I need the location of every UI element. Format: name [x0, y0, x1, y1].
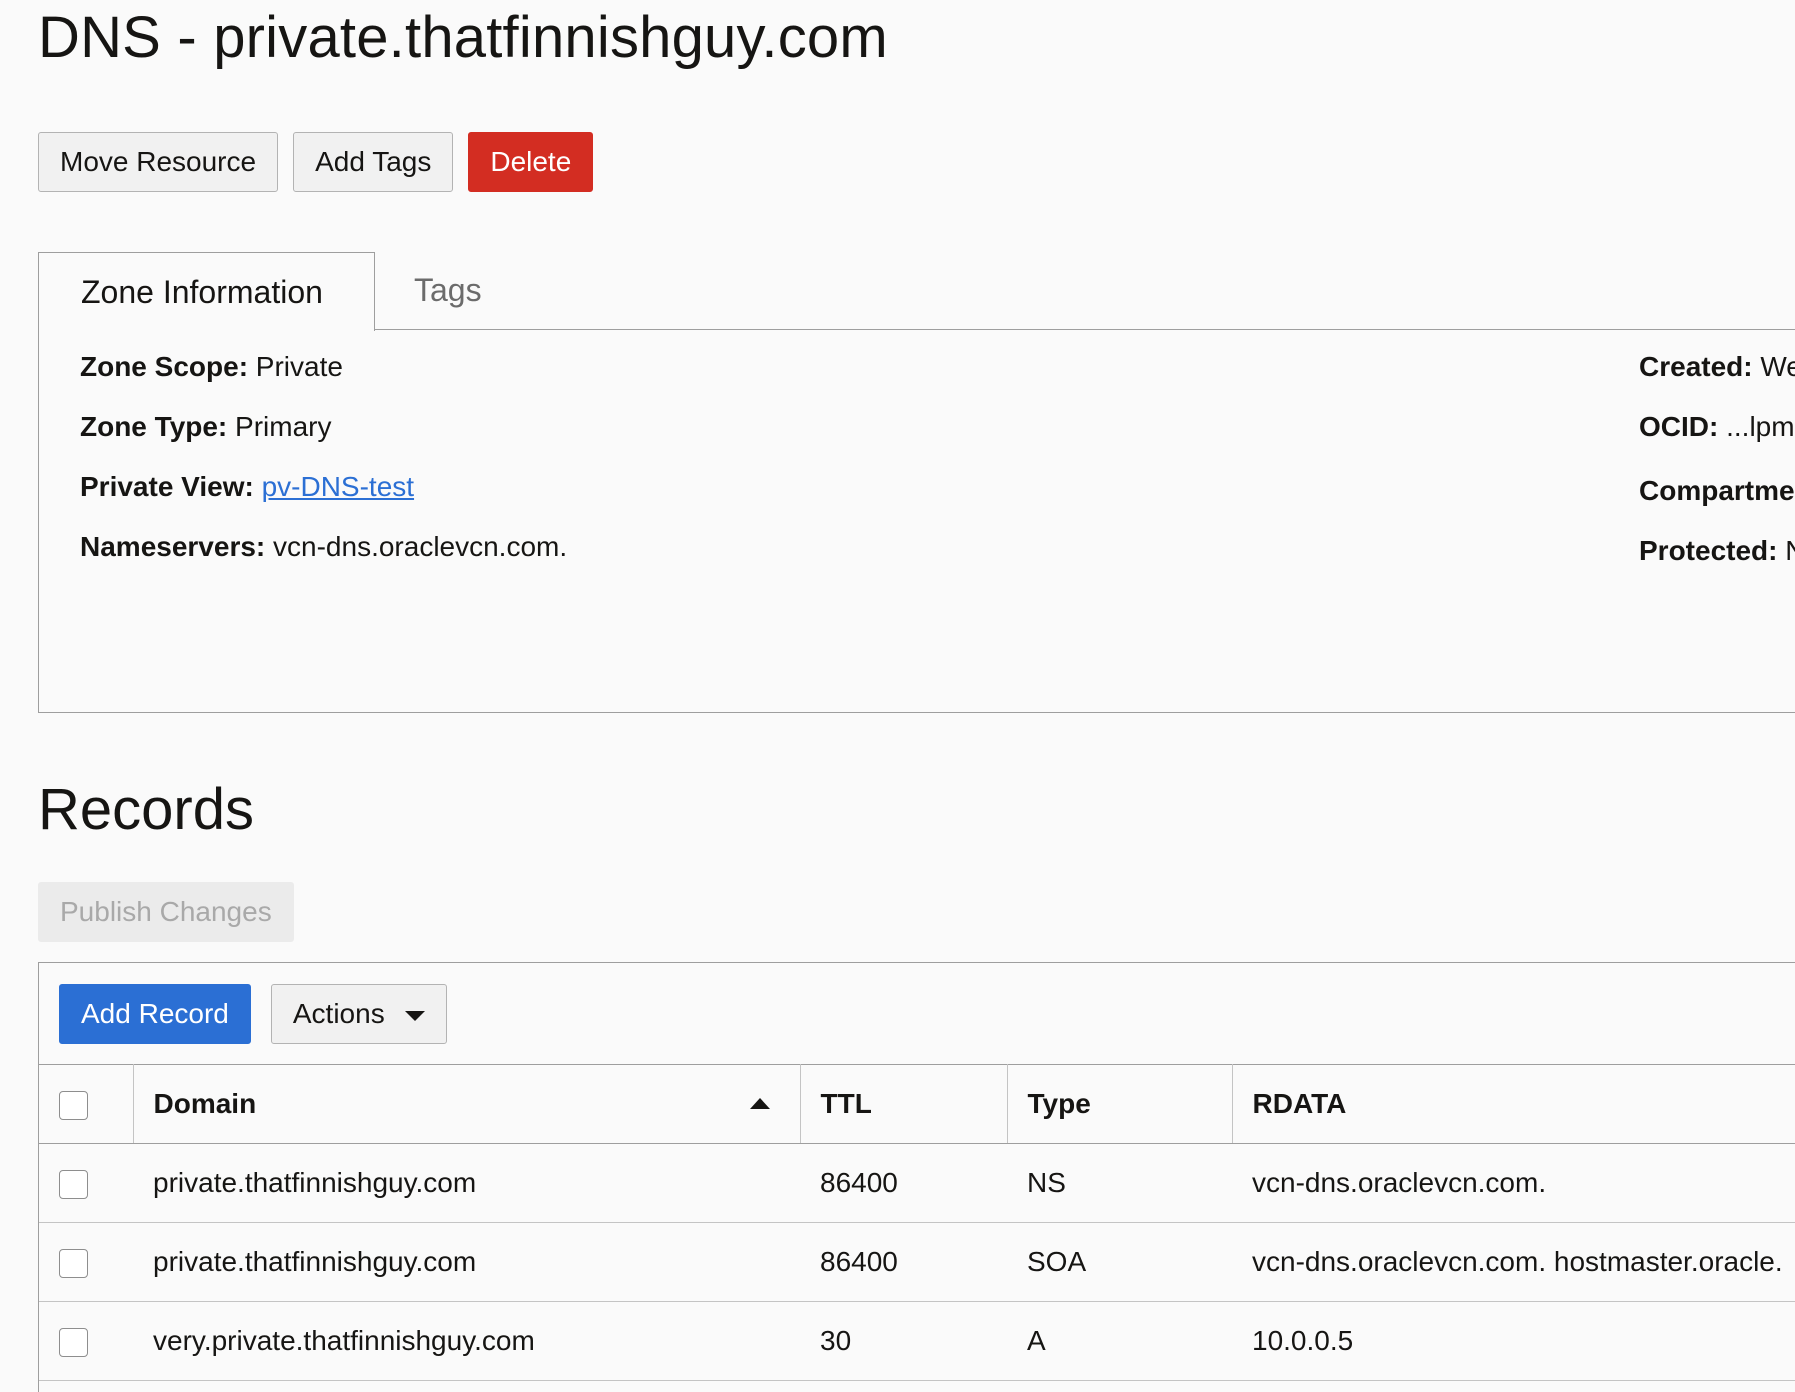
- domain-cell: very.private.thatfinnishguy.com: [133, 1301, 800, 1381]
- ttl-cell: 30: [800, 1301, 1007, 1381]
- records-toolbar: Add Record Actions: [59, 984, 447, 1044]
- records-panel: Add Record Actions Domain TTL Type RDATA: [38, 962, 1795, 1392]
- private-view-label: Private View:: [80, 471, 254, 502]
- created-value: We: [1760, 351, 1795, 382]
- zone-type-value: Primary: [235, 411, 332, 442]
- nameservers-label: Nameservers:: [80, 531, 266, 562]
- type-cell: NS: [1007, 1143, 1232, 1223]
- sort-ascending-icon[interactable]: [749, 1098, 770, 1109]
- add-tags-button[interactable]: Add Tags: [293, 132, 454, 192]
- rdata-cell: vcn-dns.oraclevcn.com.: [1232, 1143, 1795, 1223]
- table-row: very.private.thatfinnishguy.com 30 A 10.…: [39, 1301, 1795, 1381]
- page-title: DNS - private.thatfinnishguy.com: [38, 5, 888, 70]
- column-header-domain[interactable]: Domain: [133, 1064, 801, 1144]
- records-table: Domain TTL Type RDATA private.thatfinnis…: [39, 1064, 1795, 1381]
- row-checkbox[interactable]: [59, 1170, 88, 1200]
- ocid-row: OCID: ...lpm: [1639, 411, 1795, 443]
- delete-button[interactable]: Delete: [468, 132, 594, 192]
- private-view-row: Private View: pv-DNS-test: [80, 471, 414, 503]
- nameservers-value: vcn-dns.oraclevcn.com.: [273, 531, 568, 562]
- zone-toolbar: Move Resource Add Tags Delete: [38, 132, 594, 192]
- zone-information-panel: Zone Scope: Private Zone Type: Primary P…: [38, 329, 1795, 713]
- domain-cell: private.thatfinnishguy.com: [133, 1143, 800, 1223]
- compartment-label: Compartme: [1639, 475, 1795, 506]
- created-label: Created:: [1639, 351, 1753, 382]
- private-view-link[interactable]: pv-DNS-test: [262, 471, 414, 502]
- nameservers-row: Nameservers: vcn-dns.oraclevcn.com.: [80, 531, 567, 563]
- actions-label: Actions: [292, 998, 385, 1029]
- column-header-rdata[interactable]: RDATA: [1232, 1064, 1795, 1144]
- column-header-ttl[interactable]: TTL: [800, 1064, 1008, 1144]
- zone-scope-value: Private: [255, 351, 343, 382]
- rdata-cell: vcn-dns.oraclevcn.com. hostmaster.oracle…: [1232, 1222, 1795, 1302]
- zone-tabs: Zone Information Tags: [38, 252, 1795, 331]
- move-resource-button[interactable]: Move Resource: [38, 132, 279, 192]
- domain-header-label: Domain: [153, 1088, 257, 1119]
- column-header-type[interactable]: Type: [1007, 1064, 1233, 1144]
- zone-type-row: Zone Type: Primary: [80, 411, 332, 443]
- publish-wrap: Publish Changes: [38, 882, 294, 942]
- row-checkbox[interactable]: [59, 1328, 88, 1358]
- zone-scope-label: Zone Scope:: [80, 351, 249, 382]
- table-row: private.thatfinnishguy.com 86400 NS vcn-…: [39, 1143, 1795, 1223]
- chevron-down-icon: [404, 1010, 425, 1021]
- actions-dropdown[interactable]: Actions: [270, 984, 447, 1044]
- zone-scope-row: Zone Scope: Private: [80, 351, 343, 383]
- tab-zone-information[interactable]: Zone Information: [38, 252, 375, 331]
- table-header-row: Domain TTL Type RDATA: [39, 1064, 1795, 1144]
- compartment-row: Compartme: [1639, 475, 1795, 507]
- table-row: private.thatfinnishguy.com 86400 SOA vcn…: [39, 1222, 1795, 1302]
- row-select-cell: [39, 1301, 133, 1381]
- row-checkbox[interactable]: [59, 1249, 88, 1279]
- domain-cell: private.thatfinnishguy.com: [133, 1222, 800, 1302]
- rdata-cell: 10.0.0.5: [1232, 1301, 1795, 1381]
- protected-label: Protected:: [1639, 535, 1778, 566]
- zone-type-label: Zone Type:: [80, 411, 228, 442]
- add-record-button[interactable]: Add Record: [59, 984, 251, 1044]
- created-row: Created: We: [1639, 351, 1795, 383]
- ttl-cell: 86400: [800, 1222, 1007, 1302]
- ocid-label: OCID:: [1639, 411, 1719, 442]
- row-select-cell: [39, 1222, 133, 1302]
- protected-value: N: [1785, 535, 1795, 566]
- protected-row: Protected: N: [1639, 535, 1795, 567]
- type-cell: A: [1007, 1301, 1232, 1381]
- ttl-cell: 86400: [800, 1143, 1007, 1223]
- tab-tags[interactable]: Tags: [414, 252, 482, 329]
- row-select-cell: [39, 1143, 133, 1223]
- ocid-value: ...lpm: [1726, 411, 1795, 442]
- select-all-cell: [39, 1064, 134, 1144]
- records-title: Records: [38, 777, 254, 842]
- publish-changes-button[interactable]: Publish Changes: [38, 882, 294, 942]
- type-cell: SOA: [1007, 1222, 1232, 1302]
- select-all-checkbox[interactable]: [59, 1091, 88, 1121]
